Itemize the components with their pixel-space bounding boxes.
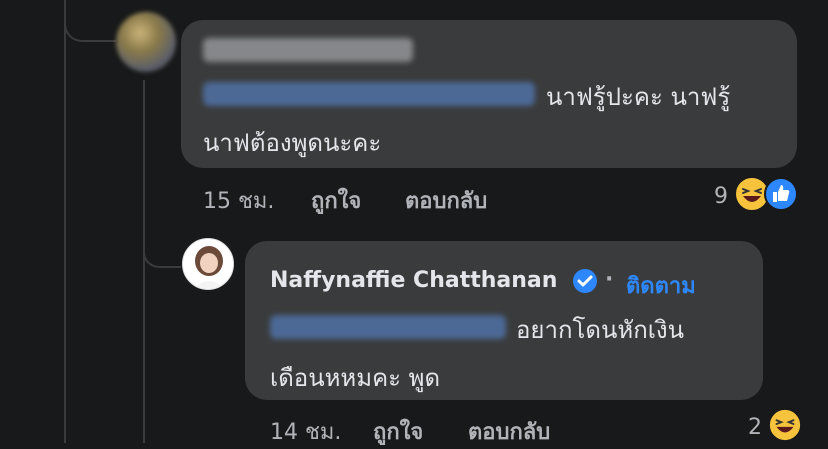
reply-timestamp[interactable]: 14 ชม. <box>270 414 341 449</box>
verified-badge-icon <box>572 268 598 298</box>
comment-text-line2: นาฟต้องพูดนะคะ <box>203 129 382 157</box>
haha-reaction-icon <box>768 408 802 446</box>
mention-redacted-2[interactable] <box>270 315 506 339</box>
follow-button[interactable]: ติดตาม <box>626 268 696 303</box>
thread-line-mid <box>143 80 145 443</box>
comment-timestamp[interactable]: 15 ชม. <box>203 183 274 218</box>
mention-redacted[interactable] <box>203 82 535 106</box>
reply-reaction-count: 2 <box>748 414 762 440</box>
commenter-avatar[interactable] <box>116 12 176 72</box>
commenter-name-redacted[interactable] <box>203 38 413 62</box>
like-reaction-icon <box>764 177 798 215</box>
reactions-summary[interactable]: 9 <box>714 176 798 216</box>
reply-reactions-summary[interactable]: 2 <box>748 408 802 446</box>
reply-like-button[interactable]: ถูกใจ <box>373 414 423 449</box>
reply-text-line1: อยากโดนหักเงิน <box>516 316 685 344</box>
reaction-count: 9 <box>714 183 728 209</box>
thread-line-left <box>64 0 66 443</box>
comment-text-line1: นาฟรู้ปะคะ นาฟรู้ <box>546 83 731 111</box>
thread-curve-1 <box>64 0 116 42</box>
page-author-name[interactable]: Naffynaffie Chatthanan <box>270 268 557 293</box>
like-button[interactable]: ถูกใจ <box>311 183 361 218</box>
thread-curve-2 <box>143 230 181 268</box>
reply-button[interactable]: ตอบกลับ <box>405 183 487 218</box>
reply-text-line2: เดือนหหมคะ พูด <box>270 364 441 392</box>
reply-reply-button[interactable]: ตอบกลับ <box>468 414 550 449</box>
separator-dot: · <box>605 267 614 292</box>
page-avatar[interactable] <box>182 238 234 290</box>
